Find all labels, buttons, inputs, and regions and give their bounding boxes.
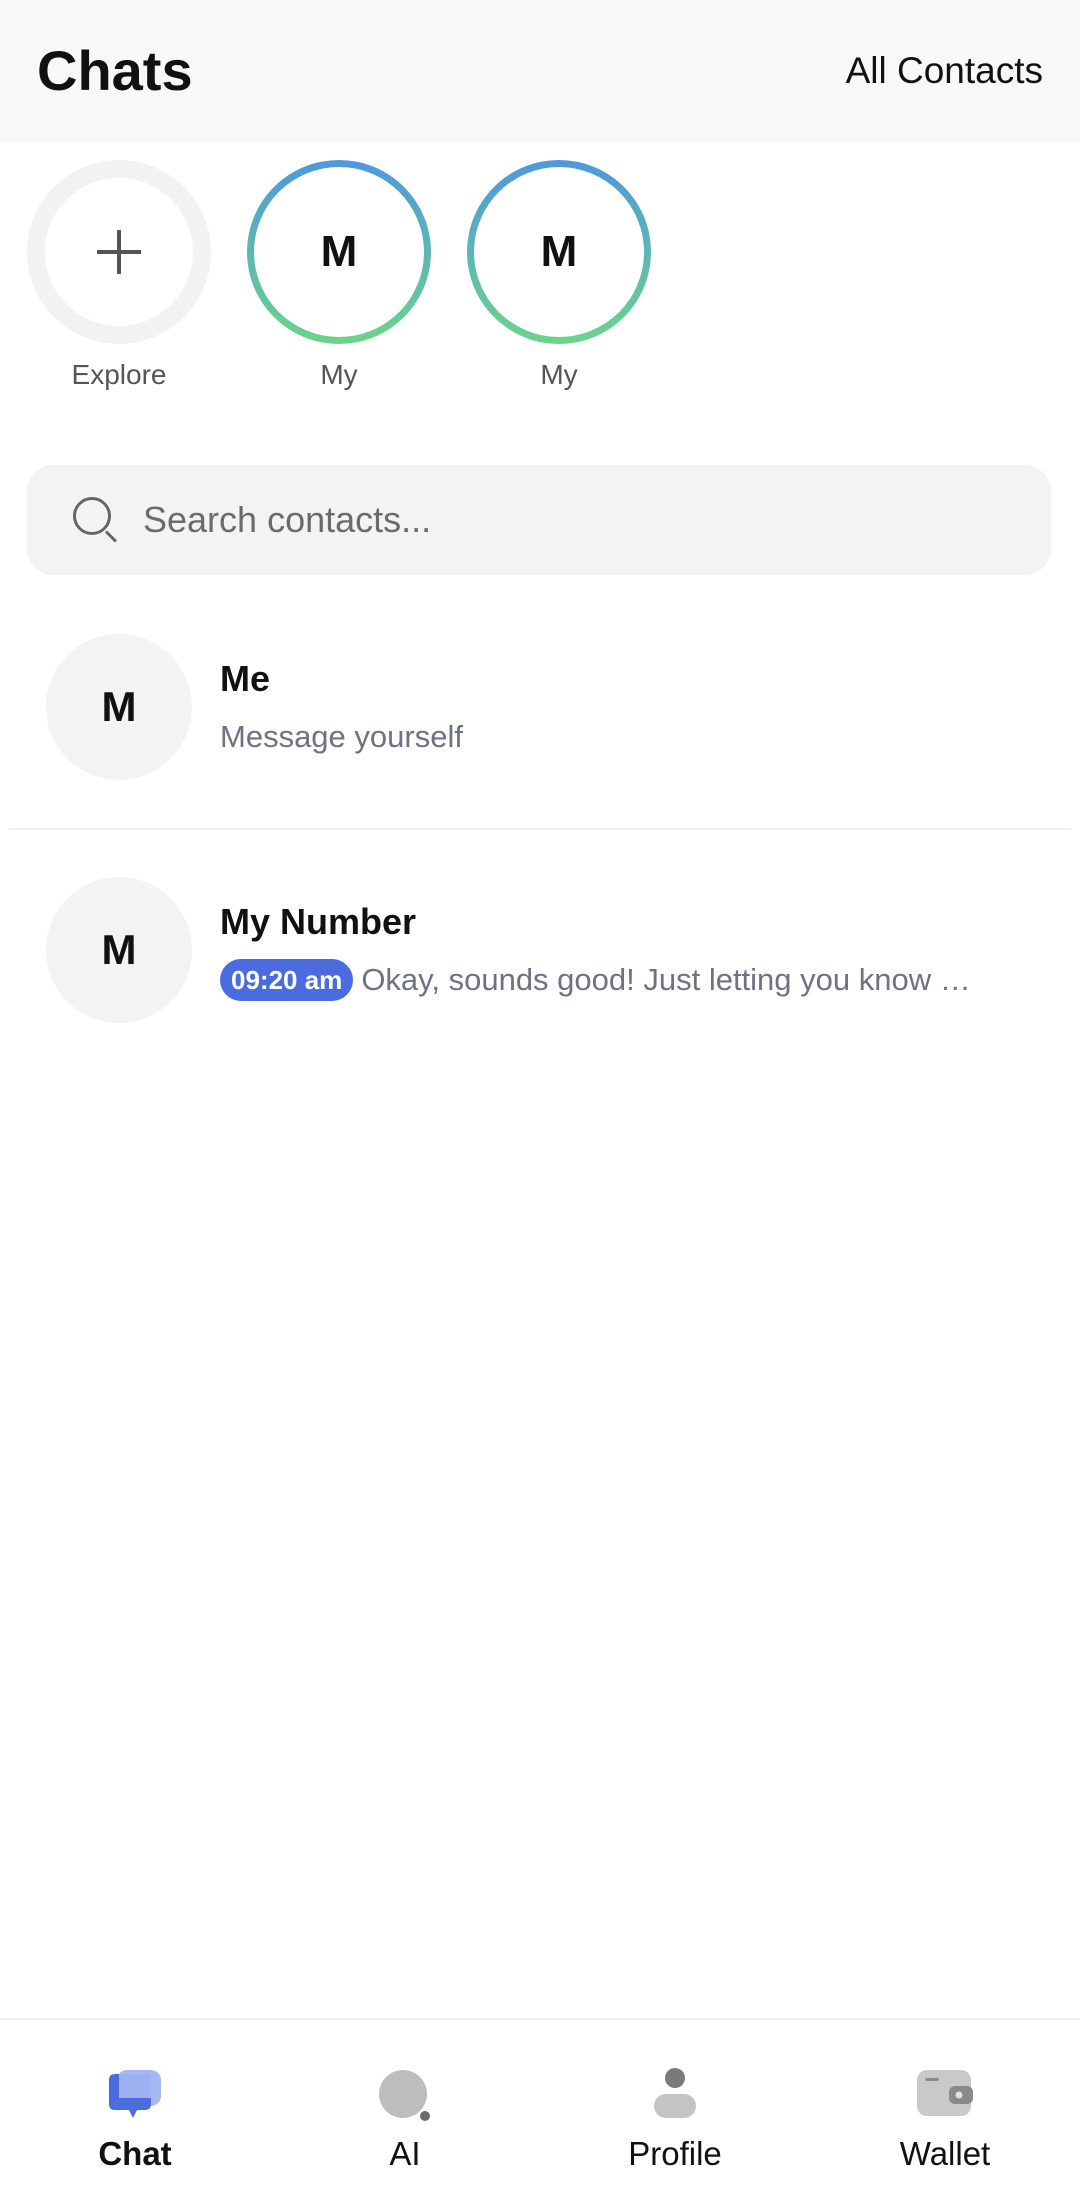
story-label: Explore <box>71 359 167 390</box>
nav-label: AI <box>389 2135 421 2172</box>
explore-ring <box>27 160 211 344</box>
ai-icon <box>379 2070 430 2121</box>
header-bar: Chats All Contacts <box>0 0 1080 142</box>
chat-name: Me <box>220 658 271 699</box>
bottom-nav: Chat AI Profile Wallet <box>0 2018 1080 2208</box>
avatar: M <box>46 877 192 1023</box>
chat-preview: Okay, sounds good! Just letting you know… <box>361 962 971 997</box>
divider <box>9 828 1071 830</box>
time-badge: 09:20 am <box>220 959 354 1001</box>
story-ring: M <box>467 160 651 344</box>
nav-item-wallet[interactable]: Wallet <box>810 2020 1080 2208</box>
plus-icon <box>97 230 141 274</box>
chat-row-my-number[interactable]: M My Number 09:20 am Okay, sounds good! J… <box>0 877 1080 1077</box>
all-contacts-button[interactable]: All Contacts <box>846 48 1043 94</box>
nav-item-ai[interactable]: AI <box>270 2020 540 2208</box>
app-screen: Chats All Contacts Explore M My M My Sea… <box>0 0 1080 2208</box>
chat-preview-row: Message yourself <box>220 714 1020 760</box>
story-item[interactable]: M My <box>467 160 651 392</box>
stories-row: Explore M My M My <box>0 160 1080 400</box>
story-ring: M <box>247 160 431 344</box>
story-avatar: M <box>474 167 644 337</box>
search-icon <box>73 497 119 543</box>
chat-row-me[interactable]: M Me Message yourself <box>0 634 1080 834</box>
nav-label: Chat <box>98 2135 172 2172</box>
search-input[interactable] <box>143 493 1003 547</box>
nav-label: Profile <box>628 2135 722 2172</box>
story-label: My <box>540 359 578 390</box>
avatar: M <box>46 634 192 780</box>
profile-icon <box>654 2068 696 2118</box>
chat-name: My Number <box>220 901 417 942</box>
nav-item-profile[interactable]: Profile <box>540 2020 810 2208</box>
nav-item-chat[interactable]: Chat <box>0 2020 270 2208</box>
chat-preview-row: 09:20 am Okay, sounds good! Just letting … <box>220 957 1020 1003</box>
story-avatar: M <box>254 167 424 337</box>
search-bar[interactable] <box>27 465 1051 575</box>
wallet-icon <box>917 2070 973 2116</box>
story-item[interactable]: M My <box>247 160 431 392</box>
page-title: Chats <box>37 39 193 102</box>
story-label: My <box>320 359 358 390</box>
chat-icon <box>109 2070 161 2118</box>
story-explore[interactable]: Explore <box>27 160 211 392</box>
nav-label: Wallet <box>899 2135 991 2172</box>
chat-preview: Message yourself <box>220 719 463 754</box>
